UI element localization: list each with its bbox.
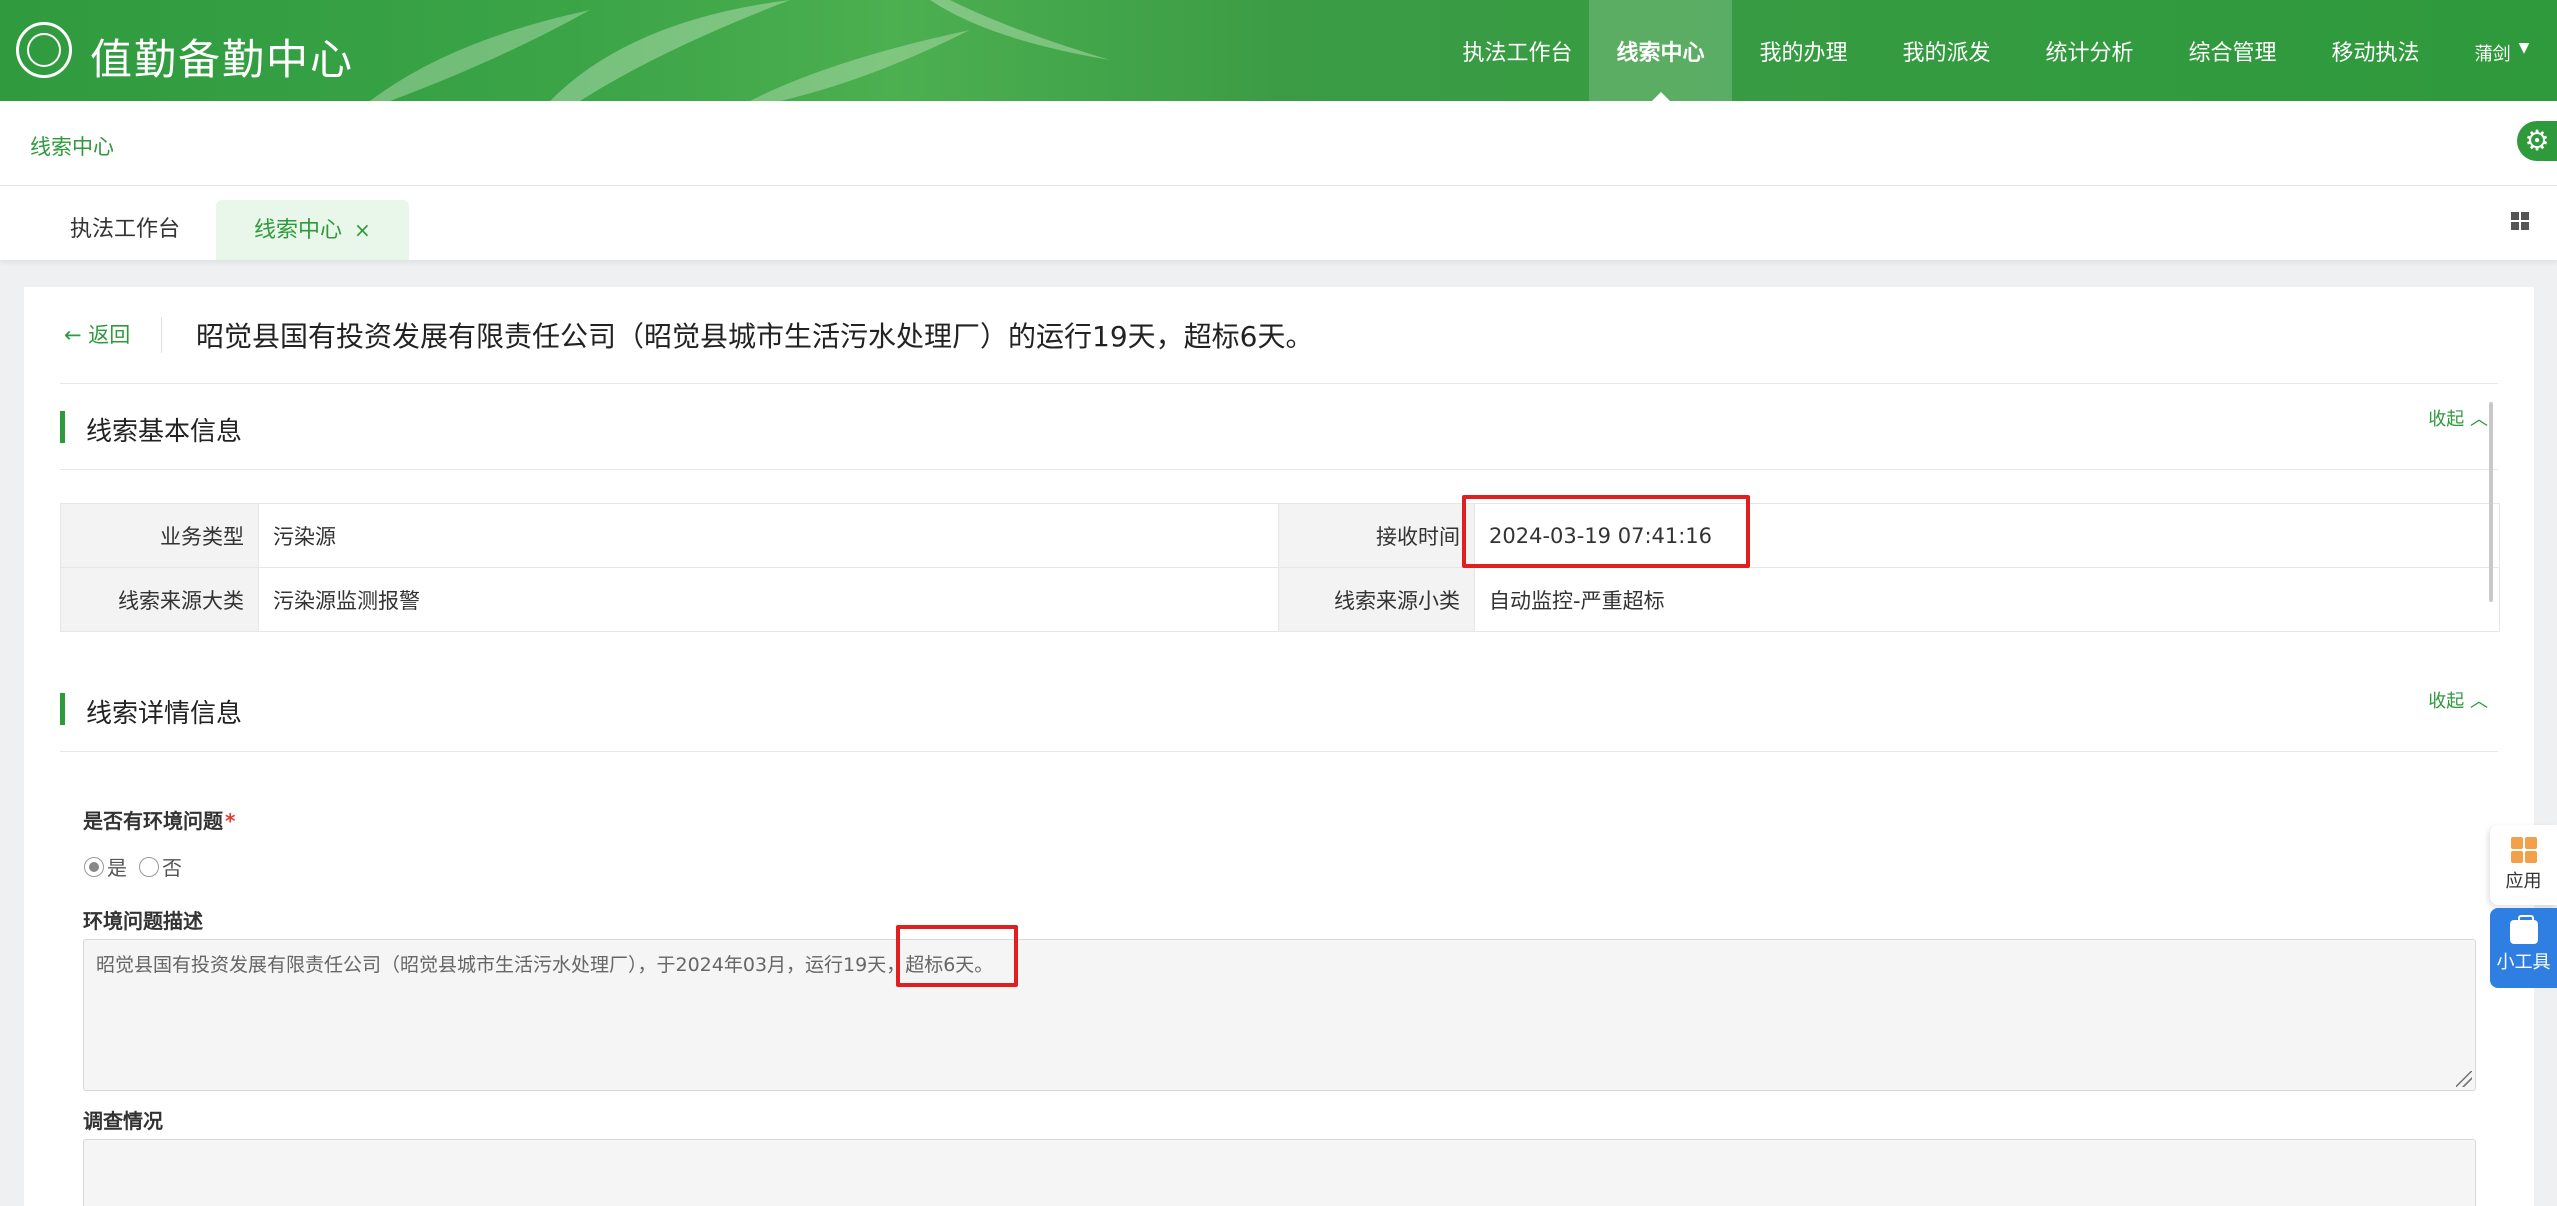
section-detail-info: 线索详情信息 收起 ︿ bbox=[60, 691, 2498, 729]
desc-textarea[interactable]: 昭觉县国有投资发展有限责任公司（昭觉县城市生活污水处理厂），于2024年03月，… bbox=[83, 939, 2476, 1091]
toolkit-label: 小工具 bbox=[2496, 952, 2551, 973]
business-type-value: 污染源 bbox=[258, 503, 1279, 568]
table-row: 业务类型 污染源 接收时间 2024-03-19 07:41:16 bbox=[60, 503, 2500, 568]
main-nav: 执法工作台 线索中心 我的办理 我的派发 统计分析 综合管理 移动执法 蒲剑 ▼ bbox=[1446, 0, 2557, 101]
section-title: 线索详情信息 bbox=[86, 699, 243, 729]
breadcrumb-bar: 线索中心 ⚙ bbox=[0, 101, 2557, 186]
chevron-up-icon: ︿ bbox=[2470, 691, 2488, 712]
radio-no[interactable] bbox=[139, 856, 159, 877]
bamboo-leaf-decoration bbox=[370, 0, 1110, 101]
divider bbox=[161, 317, 162, 353]
toolbox-icon bbox=[2509, 915, 2538, 944]
section-basic-info: 线索基本信息 收起 ︿ bbox=[60, 409, 2498, 447]
radio-no-label[interactable]: 否 bbox=[162, 852, 182, 881]
required-mark: * bbox=[225, 809, 236, 833]
section-accent bbox=[60, 693, 65, 725]
desc-text: 昭觉县国有投资发展有限责任公司（昭觉县城市生活污水处理厂），于2024年03月，… bbox=[96, 954, 994, 976]
survey-label: 调查情况 bbox=[83, 1109, 163, 1133]
arrow-left-icon: ← bbox=[64, 323, 82, 347]
main-card: ← 返回 昭觉县国有投资发展有限责任公司（昭觉县城市生活污水处理厂）的运行19天… bbox=[24, 287, 2534, 1206]
chevron-up-icon: ︿ bbox=[2470, 409, 2488, 430]
user-name: 蒲剑 bbox=[2474, 44, 2511, 65]
source-subcategory-label: 线索来源小类 bbox=[1278, 567, 1475, 632]
source-subcategory-value: 自动监控-严重超标 bbox=[1474, 567, 2500, 632]
divider bbox=[60, 751, 2498, 752]
top-navbar: 值勤备勤中心 执法工作台 线索中心 我的办理 我的派发 统计分析 综合管理 移动… bbox=[0, 0, 2557, 101]
highlight-box bbox=[896, 925, 1018, 987]
nav-item-my-handling[interactable]: 我的办理 bbox=[1732, 0, 1875, 101]
nav-item-my-dispatch[interactable]: 我的派发 bbox=[1875, 0, 2018, 101]
radio-yes-label[interactable]: 是 bbox=[107, 852, 127, 881]
tab-bar: 执法工作台 线索中心 × bbox=[0, 186, 2557, 260]
collapse-label: 收起 bbox=[2428, 691, 2465, 712]
env-issue-label: 是否有环境问题 * bbox=[83, 805, 235, 834]
basic-info-table: 业务类型 污染源 接收时间 2024-03-19 07:41:16 线索来源大类… bbox=[60, 503, 2500, 632]
nav-item-management[interactable]: 综合管理 bbox=[2161, 0, 2304, 101]
back-label: 返回 bbox=[88, 323, 131, 347]
app-title: 值勤备勤中心 bbox=[90, 35, 355, 84]
grid-menu-icon[interactable] bbox=[2511, 212, 2529, 230]
section-title: 线索基本信息 bbox=[86, 417, 243, 447]
survey-textarea[interactable] bbox=[83, 1139, 2476, 1206]
divider bbox=[60, 383, 2498, 384]
gear-icon[interactable]: ⚙ bbox=[2517, 121, 2557, 161]
table-row: 线索来源大类 污染源监测报警 线索来源小类 自动监控-严重超标 bbox=[60, 567, 2500, 632]
collapse-button[interactable]: 收起 ︿ bbox=[2428, 687, 2488, 713]
nav-item-statistics[interactable]: 统计分析 bbox=[2018, 0, 2161, 101]
nav-item-workbench[interactable]: 执法工作台 bbox=[1446, 0, 1589, 101]
app-shortcut-label: 应用 bbox=[2505, 871, 2542, 892]
caret-down-icon: ▼ bbox=[2518, 40, 2530, 56]
apps-grid-icon bbox=[2510, 837, 2537, 863]
nav-item-clue-center[interactable]: 线索中心 bbox=[1589, 0, 1732, 101]
source-category-value: 污染源监测报警 bbox=[258, 567, 1279, 632]
tab-clue-center[interactable]: 线索中心 × bbox=[216, 200, 409, 260]
collapse-label: 收起 bbox=[2428, 409, 2465, 430]
close-icon[interactable]: × bbox=[354, 218, 371, 242]
source-category-label: 线索来源大类 bbox=[60, 567, 259, 632]
env-issue-label-text: 是否有环境问题 bbox=[83, 809, 223, 833]
env-issue-radio-group: 是 否 bbox=[84, 852, 194, 881]
toolkit-button[interactable]: 小工具 bbox=[2490, 908, 2557, 988]
radio-yes[interactable] bbox=[84, 856, 104, 877]
page-title: 昭觉县国有投资发展有限责任公司（昭觉县城市生活污水处理厂）的运行19天，超标6天… bbox=[196, 320, 1314, 353]
collapse-button[interactable]: 收起 ︿ bbox=[2428, 405, 2488, 431]
divider bbox=[60, 469, 2498, 470]
business-type-label: 业务类型 bbox=[60, 503, 259, 568]
tab-label: 执法工作台 bbox=[70, 217, 181, 242]
scrollbar[interactable] bbox=[2489, 402, 2493, 602]
emblem-logo bbox=[16, 22, 72, 78]
tab-workbench[interactable]: 执法工作台 bbox=[32, 200, 218, 260]
back-button[interactable]: ← 返回 bbox=[64, 319, 130, 349]
receive-time-label: 接收时间 bbox=[1278, 503, 1475, 568]
breadcrumb[interactable]: 线索中心 bbox=[30, 131, 114, 161]
desc-label: 环境问题描述 bbox=[83, 909, 203, 933]
app-shortcut-button[interactable]: 应用 bbox=[2490, 825, 2557, 905]
highlight-box bbox=[1462, 495, 1750, 568]
nav-item-mobile[interactable]: 移动执法 bbox=[2304, 0, 2447, 101]
user-menu[interactable]: 蒲剑 ▼ bbox=[2447, 0, 2557, 101]
section-accent bbox=[60, 411, 65, 443]
resize-handle-icon[interactable] bbox=[2456, 1071, 2472, 1087]
tab-label: 线索中心 bbox=[254, 218, 343, 243]
